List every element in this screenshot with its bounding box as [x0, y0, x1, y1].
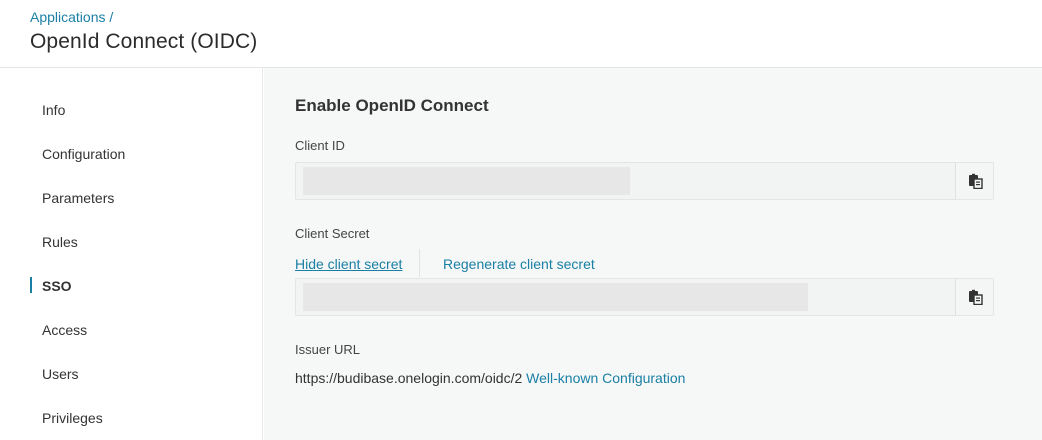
- sidebar-item-info[interactable]: Info: [0, 88, 262, 132]
- issuer-url-label: Issuer URL: [295, 342, 361, 357]
- sidebar-item-access[interactable]: Access: [0, 308, 262, 352]
- sidebar-nav: Info Configuration Parameters Rules SSO …: [0, 68, 263, 440]
- client-secret-value-redacted: [303, 283, 808, 311]
- main-content: Enable OpenID Connect Client ID Client S…: [264, 68, 1042, 440]
- sidebar-item-parameters[interactable]: Parameters: [0, 176, 262, 220]
- regenerate-client-secret-link[interactable]: Regenerate client secret: [443, 256, 595, 272]
- clipboard-icon: [968, 289, 983, 305]
- client-id-field[interactable]: [295, 162, 994, 200]
- link-divider: [419, 249, 420, 277]
- client-id-label: Client ID: [295, 138, 345, 153]
- sidebar-item-sso[interactable]: SSO: [0, 264, 262, 308]
- well-known-configuration-link[interactable]: Well-known Configuration: [526, 370, 685, 386]
- hide-client-secret-link[interactable]: Hide client secret: [295, 256, 402, 272]
- sidebar-item-privileges[interactable]: Privileges: [0, 396, 262, 440]
- sidebar-item-users[interactable]: Users: [0, 352, 262, 396]
- clipboard-icon: [968, 173, 983, 189]
- client-id-value-redacted: [303, 167, 630, 195]
- client-secret-label: Client Secret: [295, 226, 370, 241]
- sidebar-item-rules[interactable]: Rules: [0, 220, 262, 264]
- sidebar-item-configuration[interactable]: Configuration: [0, 132, 262, 176]
- breadcrumb-applications-link[interactable]: Applications /: [30, 9, 113, 25]
- issuer-url-value: https://budibase.onelogin.com/oidc/2: [295, 370, 523, 386]
- page-header: Applications / OpenId Connect (OIDC): [0, 0, 1042, 68]
- copy-client-secret-button[interactable]: [955, 279, 993, 315]
- copy-client-id-button[interactable]: [955, 163, 993, 199]
- page-title: OpenId Connect (OIDC): [30, 30, 258, 53]
- section-title: Enable OpenID Connect: [295, 96, 489, 115]
- issuer-url-row: https://budibase.onelogin.com/oidc/2 Wel…: [295, 370, 685, 386]
- client-secret-field[interactable]: [295, 278, 994, 316]
